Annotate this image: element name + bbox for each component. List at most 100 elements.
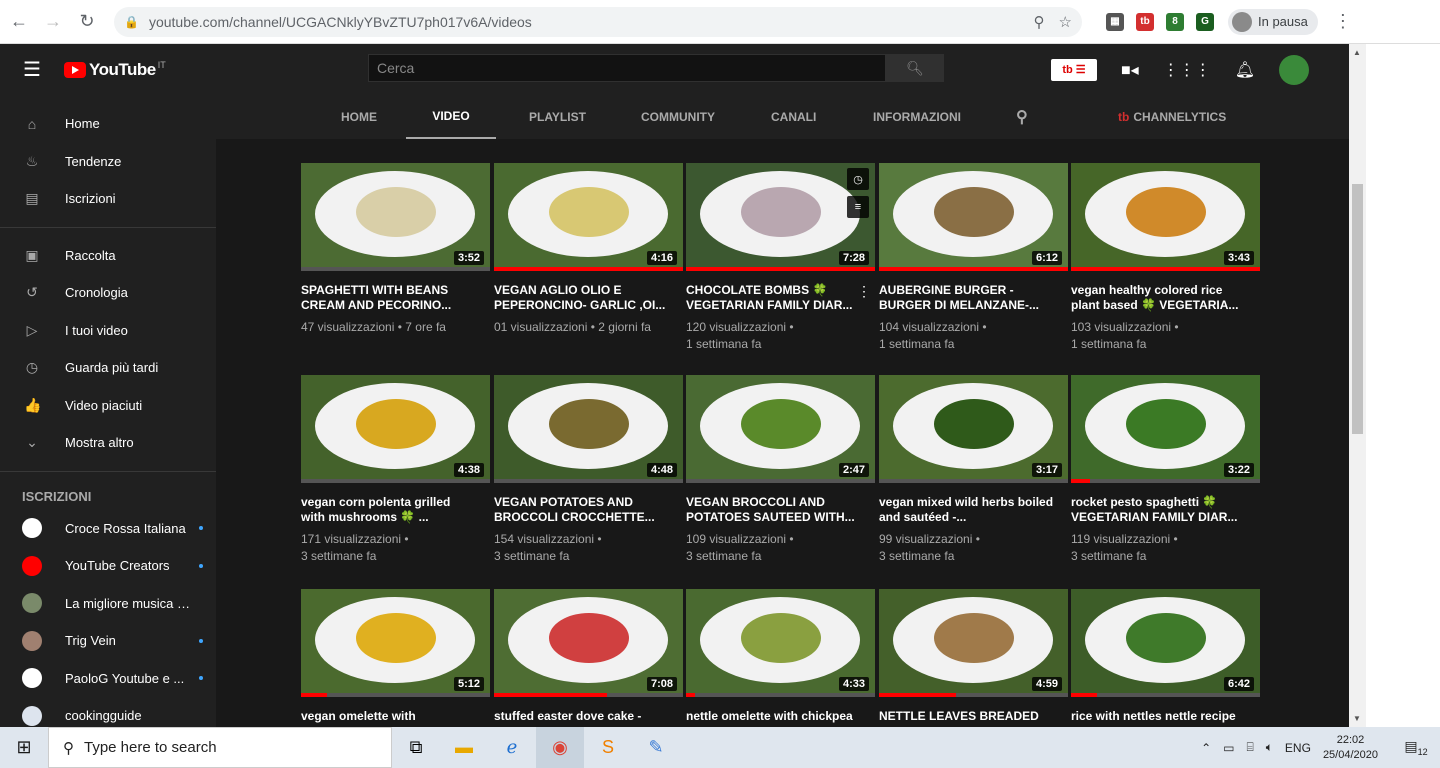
sidebar-item-home[interactable]: ⌂ Home <box>0 105 216 143</box>
video-title[interactable]: SPAGHETTI WITH BEANS CREAM AND PECORINO.… <box>301 283 490 313</box>
video-card[interactable]: 3:43 vegan healthy colored rice plant bas… <box>1071 163 1260 353</box>
video-title[interactable]: VEGAN BROCCOLI AND POTATOES SAUTEED WITH… <box>686 495 875 525</box>
reload-icon[interactable]: ↻ <box>72 7 102 37</box>
language-indicator[interactable]: ENG <box>1285 741 1311 755</box>
browser-menu-icon[interactable]: ⋮ <box>1334 11 1352 32</box>
video-card[interactable]: 5:12 vegan omelette with <box>301 589 490 727</box>
video-title[interactable]: NETTLE LEAVES BREADED <box>879 709 1068 727</box>
video-card[interactable]: 7:28 ◷ ≡ CHOCOLATE BOMBS 🍀 VEGETARIAN FAMIL… <box>686 163 875 353</box>
video-title[interactable]: vegan healthy colored rice plant based 🍀… <box>1071 283 1260 313</box>
video-card[interactable]: 4:38 vegan corn polenta grilled with mush… <box>301 375 490 565</box>
scrollbar-thumb[interactable] <box>1352 184 1363 434</box>
zoom-icon[interactable]: ⚲ <box>1034 13 1045 31</box>
tab-home[interactable]: HOME <box>341 95 377 139</box>
address-bar[interactable]: 🔒 youtube.com/channel/UCGACNklyYBvZTU7ph… <box>114 6 1082 37</box>
extension-qr-icon[interactable]: ▦ <box>1106 12 1124 31</box>
edge-icon[interactable]: ℯ <box>488 727 536 768</box>
menu-icon[interactable]: ☰ <box>0 57 64 82</box>
tab-informazioni[interactable]: INFORMAZIONI <box>873 95 961 139</box>
apps-grid-icon[interactable]: ⋮⋮⋮ <box>1163 60 1211 80</box>
tray-overflow-icon[interactable]: ⌃ <box>1201 741 1211 755</box>
subscription-item[interactable]: cookingguide <box>0 697 216 727</box>
subscription-item[interactable]: Croce Rossa Italiana <box>0 510 216 548</box>
clock[interactable]: 22:02 25/04/2020 <box>1323 733 1378 763</box>
sidebar-item-tendenze[interactable]: ♨ Tendenze <box>0 143 216 181</box>
channelytics-tab[interactable]: tb CHANNELYTICS <box>1118 95 1226 139</box>
video-card[interactable]: 7:08 stuffed easter dove cake - <box>494 589 683 727</box>
video-thumbnail[interactable]: 7:28 ◷ ≡ <box>686 163 875 271</box>
taskbar-search[interactable]: ⚲ Type here to search <box>48 727 392 768</box>
sidebar-item-raccolta[interactable]: ▣ Raccolta <box>0 237 216 275</box>
video-title[interactable]: VEGAN AGLIO OLIO E PEPERONCINO- GARLIC ,… <box>494 283 683 313</box>
tubebuddy-button[interactable]: tb ☰ <box>1050 58 1097 81</box>
back-icon[interactable]: ← <box>4 7 34 37</box>
url-text[interactable]: youtube.com/channel/UCGACNklyYBvZTU7ph01… <box>149 14 1020 30</box>
youtube-logo[interactable]: YouTube IT <box>64 60 166 80</box>
sidebar-item-guarda-pi-tardi[interactable]: ◷ Guarda più tardi <box>0 349 216 387</box>
tab-community[interactable]: COMMUNITY <box>641 95 715 139</box>
video-title[interactable]: stuffed easter dove cake - <box>494 709 683 727</box>
extension-shield-icon[interactable]: 8 <box>1166 12 1184 31</box>
video-title[interactable]: nettle omelette with chickpea <box>686 709 875 727</box>
volume-icon[interactable]: 🔈︎ <box>1266 740 1273 755</box>
notifications-bell-icon[interactable]: 🔔︎ <box>1235 60 1255 80</box>
notifications-icon[interactable]: ▤12 <box>1398 738 1434 757</box>
sidebar-item-cronologia[interactable]: ↺ Cronologia <box>0 274 216 312</box>
scroll-down-icon[interactable]: ▼ <box>1353 714 1361 723</box>
video-thumbnail[interactable]: 6:12 <box>879 163 1068 271</box>
tab-video[interactable]: VIDEO <box>406 95 496 139</box>
video-thumbnail[interactable]: 4:33 <box>686 589 875 697</box>
tab-playlist[interactable]: PLAYLIST <box>529 95 586 139</box>
video-card[interactable]: 4:33 nettle omelette with chickpea <box>686 589 875 727</box>
create-video-icon[interactable]: ■◂ <box>1121 60 1139 80</box>
video-thumbnail[interactable]: 4:59 <box>879 589 1068 697</box>
search-button[interactable]: 🔍︎ <box>886 54 944 82</box>
subscription-item[interactable]: YouTube Creators <box>0 547 216 585</box>
forward-icon[interactable]: → <box>38 7 68 37</box>
chrome-icon[interactable]: ◉ <box>536 727 584 768</box>
task-view-icon[interactable]: ⧉ <box>392 727 440 768</box>
add-to-queue-icon[interactable]: ≡ <box>847 196 869 218</box>
subscription-item[interactable]: Trig Vein <box>0 622 216 660</box>
video-card[interactable]: 4:48 VEGAN POTATOES AND BROCCOLI CROCCHET… <box>494 375 683 565</box>
page-scrollbar[interactable]: ▲ ▼ <box>1349 44 1366 727</box>
video-card[interactable]: 6:12 AUBERGINE BURGER - BURGER DI MELANZA… <box>879 163 1068 353</box>
subscription-item[interactable]: PaoloG Youtube e ... <box>0 660 216 698</box>
video-title[interactable]: vegan mixed wild herbs boiled and sautée… <box>879 495 1068 525</box>
video-thumbnail[interactable]: 4:38 <box>301 375 490 483</box>
video-thumbnail[interactable]: 3:43 <box>1071 163 1260 271</box>
video-card[interactable]: 3:17 vegan mixed wild herbs boiled and sa… <box>879 375 1068 565</box>
profile-chip[interactable]: In pausa <box>1228 8 1318 35</box>
account-avatar[interactable] <box>1279 54 1309 85</box>
more-actions-icon[interactable]: ⋮ <box>857 283 871 300</box>
sidebar-item-mostra-altro[interactable]: ⌄ Mostra altro <box>0 424 216 462</box>
subscription-item[interactable]: La migliore musica st... <box>0 585 216 623</box>
video-card[interactable]: 3:52 SPAGHETTI WITH BEANS CREAM AND PECOR… <box>301 163 490 336</box>
video-thumbnail[interactable]: 6:42 <box>1071 589 1260 697</box>
video-card[interactable]: 4:16 VEGAN AGLIO OLIO E PEPERONCINO- GARL… <box>494 163 683 336</box>
video-thumbnail[interactable]: 5:12 <box>301 589 490 697</box>
video-card[interactable]: 3:22 rocket pesto spaghetti 🍀 VEGETARIAN … <box>1071 375 1260 565</box>
sublime-text-icon[interactable]: S <box>584 727 632 768</box>
video-title[interactable]: vegan omelette with <box>301 709 490 727</box>
file-explorer-icon[interactable]: ▬ <box>440 727 488 768</box>
video-thumbnail[interactable]: 4:16 <box>494 163 683 271</box>
video-card[interactable]: 4:59 NETTLE LEAVES BREADED <box>879 589 1068 727</box>
network-icon[interactable]: ⌸ <box>1247 740 1254 755</box>
video-title[interactable]: CHOCOLATE BOMBS 🍀 VEGETARIAN FAMILY DIAR… <box>686 283 875 313</box>
video-card[interactable]: 6:42 rice with nettles nettle recipe <box>1071 589 1260 727</box>
video-thumbnail[interactable]: 3:52 <box>301 163 490 271</box>
bookmark-star-icon[interactable]: ☆ <box>1059 13 1072 31</box>
battery-icon[interactable]: ▭ <box>1223 741 1234 755</box>
video-thumbnail[interactable]: 3:17 <box>879 375 1068 483</box>
extension-grammarly-icon[interactable]: G <box>1196 12 1214 31</box>
sidebar-item-i-tuoi-video[interactable]: ▷ I tuoi video <box>0 312 216 350</box>
extension-tubebuddy-icon[interactable]: tb <box>1136 12 1154 31</box>
video-title[interactable]: vegan corn polenta grilled with mushroom… <box>301 495 490 525</box>
scroll-up-icon[interactable]: ▲ <box>1353 48 1361 57</box>
video-thumbnail[interactable]: 4:48 <box>494 375 683 483</box>
video-title[interactable]: rocket pesto spaghetti 🍀 VEGETARIAN FAMI… <box>1071 495 1260 525</box>
sidebar-item-iscrizioni[interactable]: ▤ Iscrizioni <box>0 180 216 218</box>
watch-later-icon[interactable]: ◷ <box>847 168 869 190</box>
windows-start-icon[interactable]: ⊞ <box>0 737 48 758</box>
